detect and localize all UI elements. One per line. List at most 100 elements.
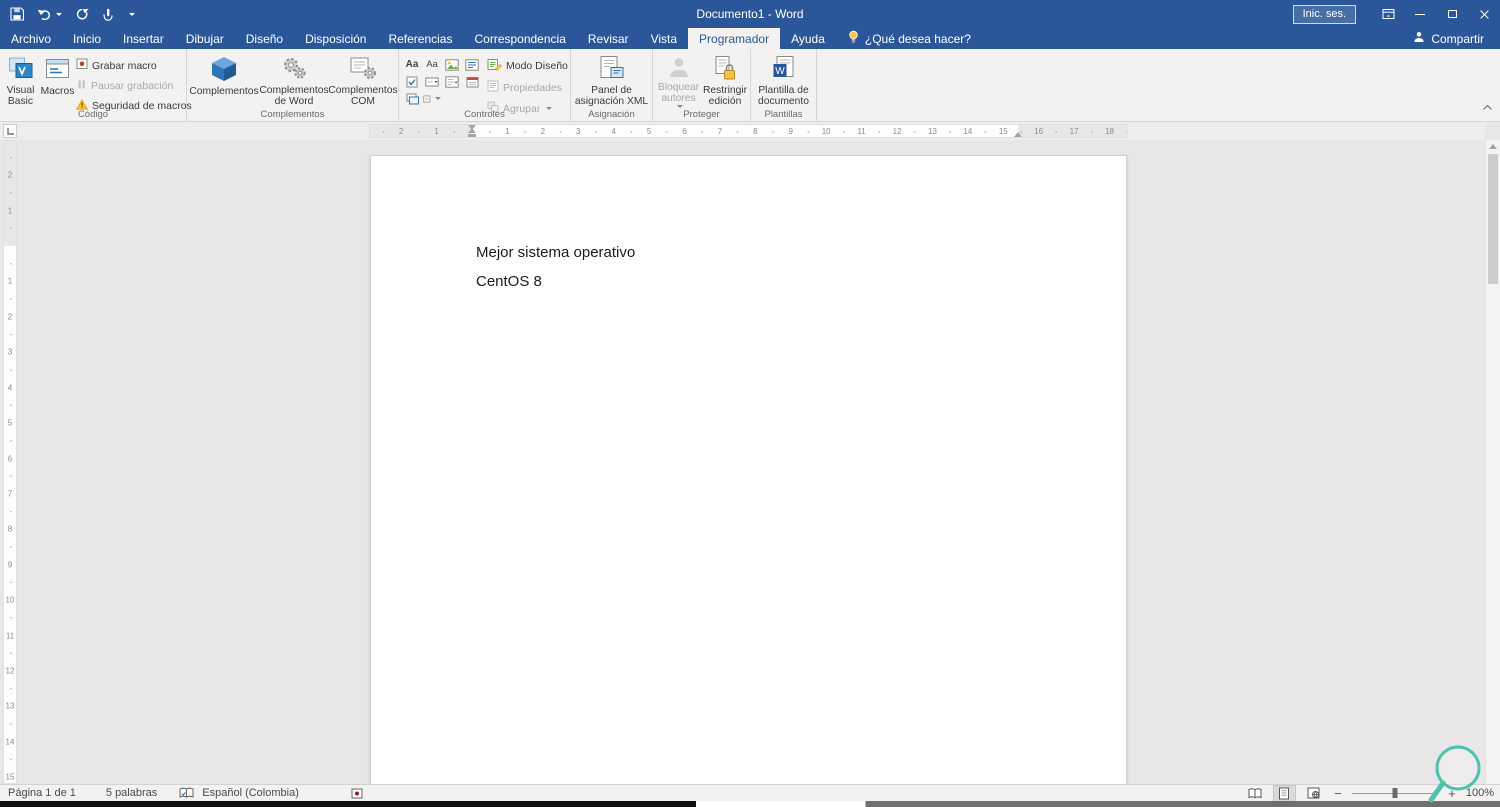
gears-icon xyxy=(280,54,308,83)
building-block-gallery-icon[interactable] xyxy=(463,57,481,72)
ruler-number: 5 xyxy=(646,127,652,136)
complementos-com-button[interactable]: Complementos COM xyxy=(328,51,398,108)
macros-button[interactable]: Macros xyxy=(39,51,76,108)
ribbon-display-options-icon[interactable] xyxy=(1372,0,1404,28)
undo-dropdown-caret[interactable] xyxy=(56,12,62,16)
status-language[interactable]: Español (Colombia) xyxy=(202,787,299,799)
ruler-number: 10 xyxy=(821,127,831,136)
status-word-count[interactable]: 5 palabras xyxy=(106,787,157,799)
propiedades-button[interactable]: Propiedades xyxy=(487,80,568,95)
undo-icon[interactable] xyxy=(37,5,62,23)
tab-ayuda[interactable]: Ayuda xyxy=(780,28,836,49)
minimize-button[interactable] xyxy=(1404,0,1436,28)
panel-asignacion-xml-button[interactable]: Panel de asignación XML xyxy=(574,51,650,108)
ruler-number: 14 xyxy=(963,127,973,136)
read-mode-icon[interactable] xyxy=(1245,786,1266,801)
tab-dibujar[interactable]: Dibujar xyxy=(175,28,235,49)
complementos-com-label: Complementos COM xyxy=(328,84,398,108)
rich-text-control-icon[interactable]: Aa xyxy=(403,57,421,72)
ruler-number: 2 xyxy=(398,127,404,136)
modo-diseno-button[interactable]: Modo Diseño xyxy=(487,58,568,74)
touch-mouse-mode-icon[interactable] xyxy=(102,5,114,23)
bloquear-autores-button[interactable]: Bloquear autores xyxy=(655,51,702,108)
ruler-number: 4 xyxy=(611,127,616,136)
tab-correspondencia[interactable]: Correspondencia xyxy=(463,28,576,49)
ruler-number: 7 xyxy=(7,489,13,499)
ruler-number: 2 xyxy=(7,312,13,322)
addin-cube-icon xyxy=(209,54,239,84)
tell-me-label: ¿Qué desea hacer? xyxy=(864,31,971,46)
bottom-strip xyxy=(0,801,1500,807)
dropdown-list-control-icon[interactable] xyxy=(443,74,461,89)
checkbox-control-icon[interactable] xyxy=(403,74,421,89)
macros-label: Macros xyxy=(40,86,75,97)
tab-vista[interactable]: Vista xyxy=(640,28,688,49)
hanging-indent-marker[interactable] xyxy=(468,128,476,133)
zoom-slider-thumb[interactable] xyxy=(1392,788,1398,798)
share-button[interactable]: Compartir xyxy=(1413,28,1500,49)
tab-stop-selector[interactable] xyxy=(3,124,17,138)
redo-icon[interactable] xyxy=(75,5,89,23)
tab-insertar[interactable]: Insertar xyxy=(112,28,175,49)
legacy-tools-icon[interactable] xyxy=(423,91,441,106)
visual-basic-button[interactable]: Visual Basic xyxy=(2,51,39,108)
group-plantillas: W Plantilla de documento Plantillas xyxy=(751,49,817,121)
zoom-level[interactable]: 100% xyxy=(1466,787,1494,799)
tab-referencias[interactable]: Referencias xyxy=(377,28,463,49)
ruler-number: 18 xyxy=(1105,127,1114,136)
web-layout-icon[interactable] xyxy=(1303,786,1324,801)
repeating-section-control-icon[interactable] xyxy=(403,91,421,106)
com-addins-icon xyxy=(349,54,377,83)
complementos-word-label: Complementos de Word xyxy=(259,84,329,108)
tab-inicio[interactable]: Inicio xyxy=(62,28,112,49)
restringir-edicion-button[interactable]: Restringir edición xyxy=(702,51,748,108)
pausar-grabacion-button[interactable]: Pausar grabación xyxy=(76,79,184,93)
tell-me-box[interactable]: ¿Qué desea hacer? xyxy=(836,28,983,49)
share-label: Compartir xyxy=(1431,31,1484,46)
tab-archivo[interactable]: Archivo xyxy=(0,28,62,49)
tab-revisar[interactable]: Revisar xyxy=(577,28,640,49)
visual-basic-label: Visual Basic xyxy=(6,84,35,108)
complementos-button[interactable]: Complementos xyxy=(189,51,259,108)
left-indent-marker[interactable] xyxy=(468,134,476,137)
complementos-word-button[interactable]: Complementos de Word xyxy=(259,51,329,108)
grabar-macro-button[interactable]: Grabar macro xyxy=(76,58,184,73)
document-text-line-1: Mejor sistema operativo xyxy=(476,244,636,261)
save-icon[interactable] xyxy=(10,5,24,23)
macro-record-status-icon[interactable] xyxy=(351,788,363,799)
zoom-in-button[interactable]: + xyxy=(1446,786,1458,801)
ruler-number: 13 xyxy=(928,127,937,136)
group-controles: Aa Aa Modo Diseño Propiedades Agrupar Co… xyxy=(399,49,571,121)
date-picker-control-icon[interactable] xyxy=(463,74,481,89)
group-complementos: Complementos Complementos de Word Comple… xyxy=(187,49,399,121)
ruler-number: 3 xyxy=(576,127,581,136)
maximize-button[interactable] xyxy=(1436,0,1468,28)
plantilla-documento-button[interactable]: W Plantilla de documento xyxy=(754,51,814,108)
ribbon-tab-bar: Archivo Inicio Insertar Dibujar Diseño D… xyxy=(0,28,1500,49)
group-codigo: Visual Basic Macros Grabar macro Pausar … xyxy=(0,49,192,121)
zoom-slider[interactable] xyxy=(1351,786,1438,801)
window-title: Documento1 - Word xyxy=(696,7,804,21)
sign-in-button[interactable]: Inic. ses. xyxy=(1292,4,1356,24)
customize-qat-icon[interactable] xyxy=(127,5,135,23)
xml-mapping-pane-icon xyxy=(598,54,625,83)
print-layout-icon[interactable] xyxy=(1272,784,1296,802)
modo-diseno-label: Modo Diseño xyxy=(506,60,568,72)
tab-disposicion[interactable]: Disposición xyxy=(294,28,377,49)
close-button[interactable] xyxy=(1468,0,1500,28)
picture-control-icon[interactable] xyxy=(443,57,461,72)
right-indent-marker[interactable] xyxy=(1014,132,1022,137)
scroll-up-icon[interactable] xyxy=(1489,144,1497,149)
proofing-status-icon[interactable] xyxy=(179,787,194,799)
tab-programador[interactable]: Programador xyxy=(688,28,781,49)
status-page-count[interactable]: Página 1 de 1 xyxy=(8,787,76,799)
collapse-ribbon-icon[interactable] xyxy=(1482,98,1493,116)
scrollbar-thumb[interactable] xyxy=(1488,154,1498,284)
combo-box-control-icon[interactable] xyxy=(423,74,441,89)
vertical-scrollbar[interactable] xyxy=(1485,140,1500,784)
plain-text-control-icon[interactable]: Aa xyxy=(423,57,441,72)
group-label-codigo: Código xyxy=(77,109,109,120)
document-page[interactable]: Mejor sistema operativo CentOS 8 xyxy=(370,155,1127,784)
zoom-out-button[interactable]: − xyxy=(1332,786,1344,801)
tab-diseno[interactable]: Diseño xyxy=(235,28,294,49)
